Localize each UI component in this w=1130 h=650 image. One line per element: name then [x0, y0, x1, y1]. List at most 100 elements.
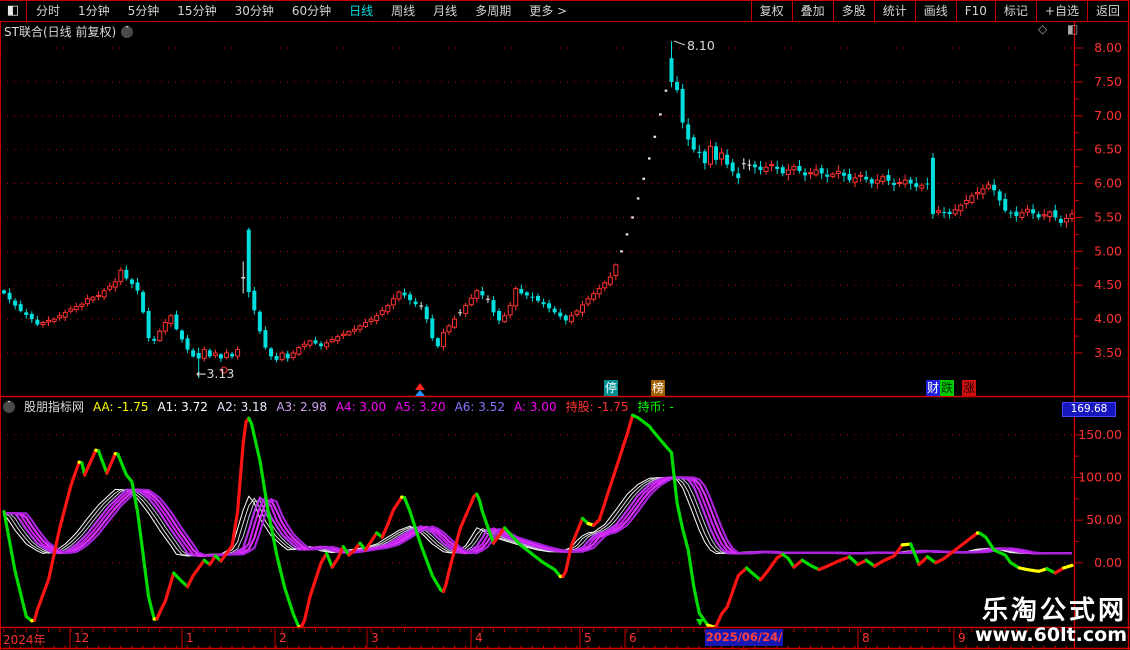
- candle-body-up: [785, 169, 791, 176]
- period-tab[interactable]: 周线: [382, 1, 424, 21]
- candle-body-down: [435, 338, 440, 347]
- candle-body-up: [969, 195, 975, 203]
- candle-body-up: [107, 285, 113, 290]
- limit-up-dot: [664, 89, 668, 92]
- limit-up-dot: [659, 113, 662, 116]
- low-price-annotation: ←3.13: [196, 366, 235, 381]
- candle-body-down: [408, 294, 413, 301]
- candle-body-up: [1047, 211, 1053, 218]
- period-tab[interactable]: 60分钟: [283, 1, 340, 21]
- candle-body-down: [7, 292, 12, 300]
- candle-body-up: [307, 340, 313, 346]
- candle-body-up: [835, 170, 841, 175]
- period-tab[interactable]: 多周期: [466, 1, 520, 21]
- signal-line-segment: [800, 558, 821, 572]
- candle-body-up: [112, 281, 118, 288]
- candle-body-flat: [485, 298, 490, 300]
- limit-up-dot: [642, 177, 645, 180]
- limit-up-dot: [653, 135, 657, 138]
- candle-body-down: [825, 174, 830, 177]
- event-marker-badge[interactable]: 财: [926, 380, 940, 396]
- indicator-field: 持股: -1.75: [565, 400, 629, 414]
- candle-body-up: [440, 332, 446, 348]
- signal-line-segment: [792, 558, 804, 569]
- panel-toggle-icon[interactable]: ◧: [0, 1, 27, 21]
- candle-body-up: [340, 333, 346, 337]
- signal-line-segment: [172, 571, 190, 589]
- indicator-field: A6: 3.52: [454, 400, 505, 414]
- candle-body-up: [357, 325, 363, 330]
- candle-body-down: [402, 292, 407, 296]
- candle-body-down: [430, 318, 435, 339]
- period-tab[interactable]: 5分钟: [119, 1, 169, 21]
- toolbar-button[interactable]: 多股: [832, 1, 874, 21]
- price-axis-label: 3.50: [1094, 345, 1122, 360]
- indicator-field: AA: -1.75: [93, 400, 149, 414]
- chart-canvas[interactable]: 8.00 7.50 7.00 6.50 6.00 5.50 5.00 4.50 4.00 3.50…: [0, 0, 1130, 650]
- toolbar-button[interactable]: F10: [955, 1, 995, 21]
- candle-body-up: [919, 184, 925, 189]
- toolbar-button[interactable]: 叠加: [791, 1, 833, 21]
- axis-month-label: 6: [629, 631, 637, 645]
- candle-body-up: [290, 352, 296, 358]
- candle-body-up: [351, 328, 357, 332]
- period-tab[interactable]: 日线: [340, 1, 382, 21]
- candle-body-up: [396, 291, 402, 300]
- candle-body-up: [324, 342, 330, 348]
- pane-corner-icons[interactable]: ◇ ◧: [1038, 22, 1086, 36]
- period-tab[interactable]: 15分钟: [168, 1, 225, 21]
- signal-line-segment: [781, 552, 796, 569]
- top-toolbar: ◧ 分时 1分钟 5分钟 15分钟 30分钟 60分钟 日线 周线 月线 多周期 更多 > 复权 叠加…: [0, 0, 1128, 22]
- candle-body-down: [230, 353, 235, 357]
- period-tab[interactable]: 1分钟: [69, 1, 119, 21]
- candle-body-up: [452, 318, 458, 328]
- indicator-axis-label: 100.00: [1078, 469, 1122, 484]
- candle-body-down: [669, 58, 674, 82]
- signal-line-segment: [1062, 563, 1074, 570]
- signal-line-segment: [744, 566, 763, 582]
- candle-body-up: [902, 179, 908, 185]
- toolbar-button[interactable]: 统计: [873, 1, 915, 21]
- toolbar-button[interactable]: 返回: [1086, 1, 1128, 21]
- candle-body-down: [697, 151, 702, 154]
- indicator-name[interactable]: 股朋指标网: [24, 398, 84, 415]
- candle-body-up: [118, 269, 124, 283]
- toolbar-button[interactable]: 画线: [914, 1, 956, 21]
- period-tab[interactable]: 30分钟: [226, 1, 283, 21]
- event-marker-badge[interactable]: 停: [604, 380, 618, 396]
- candle-body-down: [992, 184, 997, 191]
- candle-body-up: [40, 322, 46, 325]
- event-marker-badge[interactable]: 涨: [962, 380, 976, 396]
- period-tab[interactable]: 更多 >: [520, 1, 576, 21]
- chevron-down-icon[interactable]: ˇ: [121, 25, 134, 38]
- candle-body-down: [914, 183, 919, 187]
- event-marker-badge[interactable]: 跌: [940, 380, 954, 396]
- toolbar-button[interactable]: 复权: [750, 1, 792, 21]
- period-tab[interactable]: 月线: [424, 1, 466, 21]
- period-tab[interactable]: 分时: [27, 1, 69, 21]
- price-axis-label: 4.00: [1094, 311, 1122, 326]
- candle-body-down: [558, 312, 563, 317]
- event-marker-badge[interactable]: 榜: [651, 380, 665, 396]
- toolbar-button[interactable]: 标记: [994, 1, 1036, 21]
- candle-body-down: [174, 314, 179, 330]
- signal-line-segment: [714, 566, 749, 629]
- candle-body-up: [980, 188, 986, 195]
- candle-body-up: [607, 276, 613, 285]
- signal-line-segment: [872, 543, 904, 568]
- candle-body-up: [769, 164, 775, 167]
- indicator-field: A5: 3.20: [395, 400, 446, 414]
- candle-body-up: [73, 306, 79, 311]
- candle-body-up: [224, 352, 229, 358]
- candle-body-down: [780, 167, 785, 174]
- candle-body-down: [563, 315, 568, 321]
- candle-body-down: [775, 166, 780, 169]
- indicator-field: A1: 3.72: [157, 400, 208, 414]
- candle-body-down: [319, 343, 324, 347]
- candle-body-up: [446, 325, 452, 333]
- candle-body-down: [847, 173, 852, 181]
- toolbar-button[interactable]: +自选: [1035, 1, 1087, 21]
- candle-body-up: [385, 305, 391, 313]
- candle-body-down: [218, 354, 223, 359]
- chevron-down-icon[interactable]: ˇ: [3, 400, 15, 413]
